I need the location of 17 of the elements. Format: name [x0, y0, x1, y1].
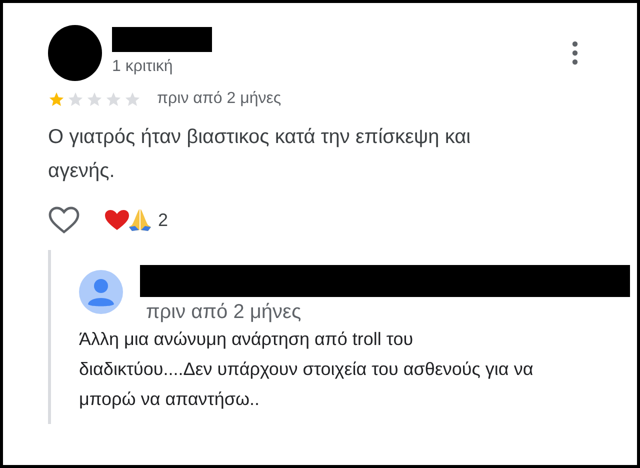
reaction-count: 2 — [158, 210, 168, 230]
like-icon[interactable] — [48, 206, 80, 234]
praying-hands-icon — [128, 208, 152, 232]
star-icon — [67, 90, 84, 108]
star-icon — [124, 90, 141, 108]
more-icon[interactable] — [571, 40, 579, 66]
review-count: 1 κριτική — [112, 58, 174, 76]
review-time: πριν από 2 μήνες — [157, 90, 282, 108]
avatar — [48, 25, 102, 81]
star-icon — [48, 90, 65, 108]
reply-text: Άλλη μια ανώνυμη ανάρτηση από troll του διαδικτύου....Δεν υπάρχουν στοιχεία του ασθενούς για να μπορώ να απαντήσω.. — [79, 328, 534, 411]
heart-icon — [104, 209, 130, 231]
star-icon — [105, 90, 122, 108]
review-text: Ο γιατρός ήταν βιαστικος κατά την επίσκεψη και αγενής. — [48, 125, 472, 184]
star-icon — [86, 90, 103, 108]
avatar-icon — [79, 270, 123, 314]
reply-time: πριν από 2 μήνες — [146, 301, 302, 324]
